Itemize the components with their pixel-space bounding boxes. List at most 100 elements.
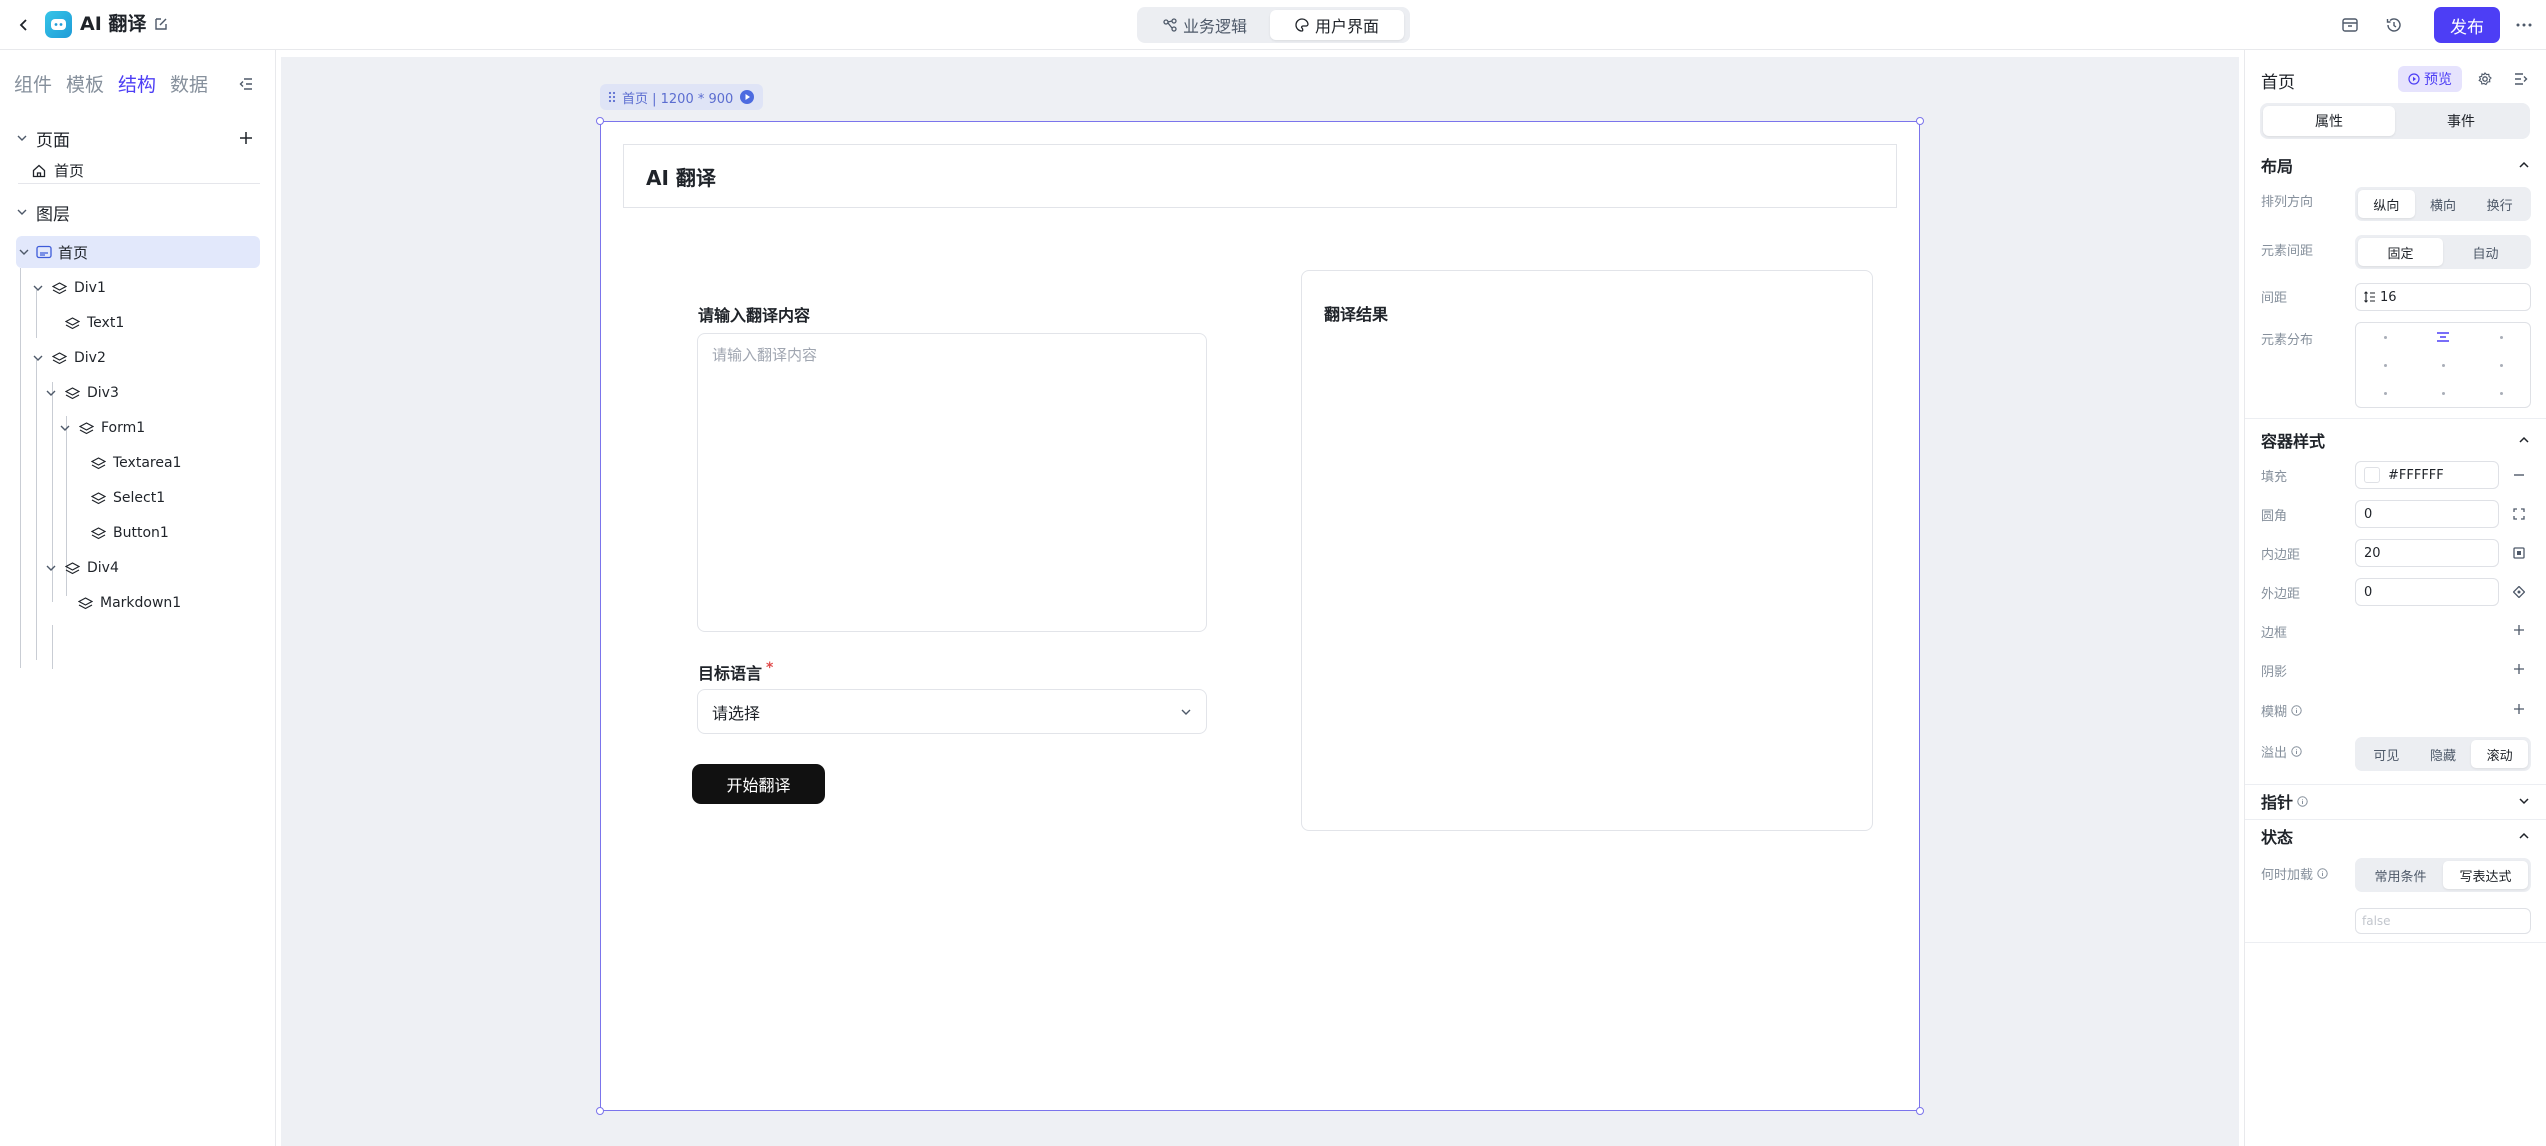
minus-icon[interactable] <box>2509 465 2529 485</box>
state-section-header[interactable]: 状态 <box>2261 824 2531 848</box>
history-icon[interactable] <box>2382 13 2406 37</box>
tab-user-interface[interactable]: 用户界面 <box>1270 10 1404 40</box>
info-icon[interactable] <box>2291 746 2302 757</box>
tab-components[interactable]: 组件 <box>14 70 52 97</box>
tab-templates[interactable]: 模板 <box>66 70 104 97</box>
margin-input[interactable]: 0 <box>2355 578 2499 606</box>
layer-div1[interactable]: Div1 <box>32 276 106 300</box>
layer-div4[interactable]: Div4 <box>45 556 119 580</box>
direction-wrap[interactable]: 换行 <box>2471 190 2528 218</box>
save-icon[interactable] <box>2338 13 2362 37</box>
start-translate-button[interactable]: 开始翻译 <box>692 764 825 804</box>
direction-segment: 纵向 横向 换行 <box>2355 187 2531 221</box>
color-swatch[interactable] <box>2364 467 2380 483</box>
load-common-condition[interactable]: 常用条件 <box>2358 861 2443 889</box>
align-middle-left[interactable] <box>2356 351 2414 379</box>
back-arrow-icon[interactable] <box>12 12 36 38</box>
layers-section[interactable]: 图层 <box>16 200 70 225</box>
overflow-scroll[interactable]: 滚动 <box>2471 740 2529 768</box>
fill-value: #FFFFFF <box>2388 467 2444 483</box>
load-when-label-text: 何时加载 <box>2261 868 2314 883</box>
settings-icon[interactable] <box>2475 69 2495 89</box>
add-blur-icon[interactable] <box>2509 699 2529 719</box>
tab-events[interactable]: 事件 <box>2395 106 2527 136</box>
collapse-panel-icon[interactable] <box>2511 69 2531 89</box>
spacing-segment: 固定 自动 <box>2355 235 2531 269</box>
add-border-icon[interactable] <box>2509 620 2529 640</box>
target-language-select[interactable]: 请选择 <box>697 689 1207 734</box>
layer-button1[interactable]: Button1 <box>90 521 169 545</box>
margin-sides-icon[interactable] <box>2509 582 2529 602</box>
tab-structure[interactable]: 结构 <box>118 70 156 97</box>
frame-label[interactable]: 首页 | 1200 * 900 <box>600 84 764 110</box>
left-panel: 组件 模板 结构 数据 页面 首页 图层 首页 Div1 Text1 Div2 … <box>0 50 276 1146</box>
result-panel[interactable]: 翻译结果 <box>1301 270 1873 831</box>
align-middle-right[interactable] <box>2472 351 2530 379</box>
padding-input[interactable]: 20 <box>2355 539 2499 567</box>
align-bottom-right[interactable] <box>2472 379 2530 407</box>
corners-icon[interactable] <box>2509 504 2529 524</box>
resize-handle[interactable] <box>1916 117 1924 125</box>
info-icon[interactable] <box>2317 868 2328 879</box>
padding-sides-icon[interactable] <box>2509 543 2529 563</box>
align-middle-center[interactable] <box>2414 351 2472 379</box>
tab-attributes[interactable]: 属性 <box>2263 106 2395 136</box>
info-icon[interactable] <box>2297 795 2308 807</box>
overflow-hidden[interactable]: 隐藏 <box>2415 740 2472 768</box>
divider <box>2245 942 2546 943</box>
layer-markdown1[interactable]: Markdown1 <box>77 591 181 615</box>
layer-select1[interactable]: Select1 <box>90 486 165 510</box>
fill-input[interactable]: #FFFFFF <box>2355 461 2499 489</box>
translate-textarea[interactable] <box>697 333 1207 632</box>
properties-tabs: 属性 事件 <box>2260 103 2530 139</box>
align-top-right[interactable] <box>2472 323 2530 351</box>
align-bottom-center[interactable] <box>2414 379 2472 407</box>
shadow-label: 阴影 <box>2261 665 2288 680</box>
add-shadow-icon[interactable] <box>2509 659 2529 679</box>
edit-icon[interactable] <box>150 13 172 35</box>
container-section-header[interactable]: 容器样式 <box>2261 428 2531 452</box>
spacing-fixed[interactable]: 固定 <box>2358 238 2443 266</box>
layer-root-home[interactable]: 首页 <box>16 236 260 268</box>
layer-div2[interactable]: Div2 <box>32 346 106 370</box>
gap-input[interactable]: 16 <box>2355 283 2531 311</box>
layer-text1[interactable]: Text1 <box>64 311 124 335</box>
page-item-home[interactable]: 首页 <box>18 158 260 184</box>
radius-input[interactable]: 0 <box>2355 500 2499 528</box>
align-top-left[interactable] <box>2356 323 2414 351</box>
publish-button[interactable]: 发布 <box>2434 7 2500 43</box>
load-write-expression[interactable]: 写表达式 <box>2443 861 2528 889</box>
tab-business-logic[interactable]: 业务逻辑 <box>1140 10 1270 40</box>
spacing-label: 元素间距 <box>2261 244 2314 259</box>
layer-form1[interactable]: Form1 <box>59 416 145 440</box>
page-frame[interactable]: AI 翻译 请输入翻译内容 目标语言* 请选择 开始翻译 翻译结果 <box>596 117 1924 1115</box>
spacing-auto[interactable]: 自动 <box>2443 238 2528 266</box>
resize-handle[interactable] <box>1916 1107 1924 1115</box>
overflow-visible[interactable]: 可见 <box>2358 740 2415 768</box>
pages-section-label: 页面 <box>36 130 70 151</box>
chevron-down-icon <box>45 387 57 399</box>
align-bottom-left[interactable] <box>2356 379 2414 407</box>
tab-data[interactable]: 数据 <box>170 70 208 97</box>
layer-div3[interactable]: Div3 <box>45 381 119 405</box>
info-icon[interactable] <box>2291 705 2302 716</box>
layer-label: Button1 <box>113 525 169 541</box>
drag-handle-icon[interactable] <box>608 91 616 103</box>
expression-input[interactable]: false <box>2355 908 2531 934</box>
pages-section[interactable]: 页面 <box>16 126 70 151</box>
direction-vertical[interactable]: 纵向 <box>2358 190 2415 218</box>
more-icon[interactable] <box>2512 13 2536 37</box>
add-page-icon[interactable] <box>236 128 256 148</box>
resize-handle[interactable] <box>596 117 604 125</box>
layout-section-header[interactable]: 布局 <box>2261 153 2531 177</box>
resize-handle[interactable] <box>596 1107 604 1115</box>
direction-horizontal[interactable]: 横向 <box>2415 190 2472 218</box>
layer-label: Div2 <box>74 350 106 366</box>
play-icon[interactable] <box>739 89 755 105</box>
collapse-panel-icon[interactable] <box>236 74 256 94</box>
preview-button[interactable]: 预览 <box>2398 66 2462 92</box>
layer-textarea1[interactable]: Textarea1 <box>90 451 181 475</box>
align-top-center[interactable] <box>2414 323 2472 351</box>
pointer-section-header[interactable]: 指针 <box>2261 789 2531 813</box>
header-title[interactable]: AI 翻译 <box>623 144 1897 208</box>
